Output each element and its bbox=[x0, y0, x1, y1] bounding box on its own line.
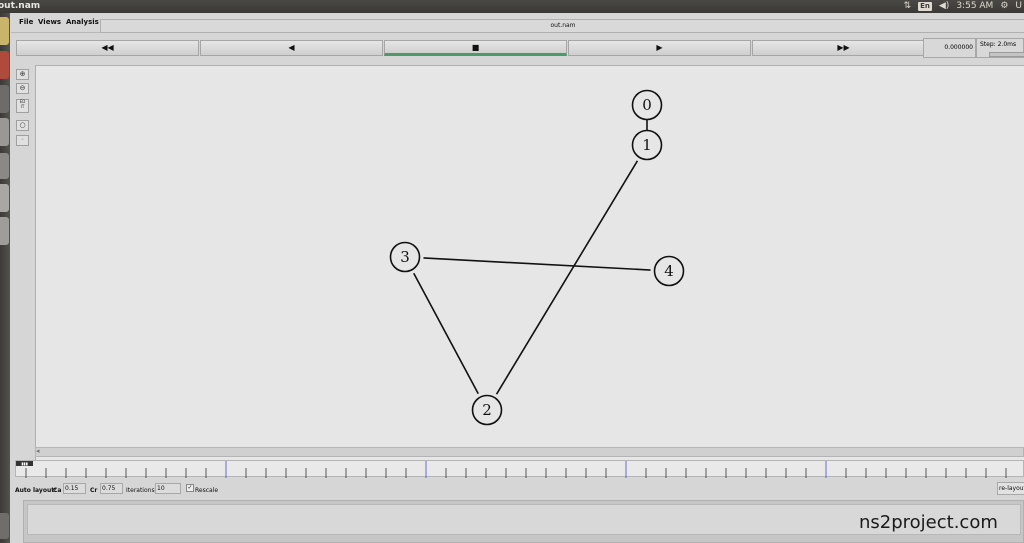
launcher-sidebar bbox=[0, 13, 10, 543]
cr-input[interactable]: 0.75 bbox=[100, 483, 123, 494]
timeline-slider[interactable]: ▮▮▮ bbox=[15, 460, 1024, 478]
auto-layout-panel: Auto layout: Ca 0.15 Cr 0.75 Iterations … bbox=[11, 480, 1024, 502]
step-label: Step: 2.0ms bbox=[980, 41, 1017, 48]
zoom-in-icon[interactable]: ⊕ bbox=[16, 69, 29, 80]
node-label: 1 bbox=[642, 136, 652, 154]
link-2-3[interactable] bbox=[413, 272, 479, 395]
play-button[interactable]: ▶ bbox=[568, 40, 751, 56]
rewind-button[interactable]: ◀◀ bbox=[16, 40, 199, 56]
rescale-label: Rescale bbox=[195, 487, 219, 494]
node-0[interactable]: 0 bbox=[631, 89, 663, 121]
window-title: out.nam bbox=[0, 1, 41, 11]
nam-window: File Views Analysis out.nam ◀◀ ◀ ■ ▶ ▶▶ … bbox=[11, 13, 1024, 543]
launcher-app-icon[interactable] bbox=[0, 85, 9, 113]
node-label: 0 bbox=[642, 96, 652, 114]
system-top-panel: out.nam ⇅ En ◀) 3:55 AM ⚙ U bbox=[0, 0, 1024, 13]
user-menu[interactable]: U bbox=[1015, 0, 1022, 13]
node-3[interactable]: 3 bbox=[389, 241, 421, 273]
launcher-app-icon[interactable] bbox=[0, 217, 9, 245]
network-canvas[interactable]: 0 1 2 3 4 bbox=[35, 65, 1024, 462]
auto-layout-label: Auto layout: bbox=[15, 487, 57, 494]
small-circle-tool-icon[interactable]: ◦ bbox=[16, 135, 29, 146]
circle-tool-icon[interactable]: ○ bbox=[16, 120, 29, 131]
launcher-trash-icon[interactable] bbox=[0, 513, 9, 539]
relayout-button[interactable]: re-layout bbox=[997, 482, 1024, 495]
ca-input[interactable]: 0.15 bbox=[63, 483, 86, 494]
time-display: 0.000000 bbox=[923, 38, 976, 58]
step-slider[interactable] bbox=[989, 52, 1024, 57]
node-label: 4 bbox=[664, 262, 674, 280]
topology-graph[interactable]: 0 1 2 3 4 bbox=[36, 66, 1024, 461]
iterations-input[interactable]: 10 bbox=[155, 483, 181, 494]
menu-file[interactable]: File bbox=[19, 18, 33, 26]
menu-views[interactable]: Views bbox=[38, 18, 61, 26]
fast-forward-button[interactable]: ▶▶ bbox=[752, 40, 935, 56]
rescale-checkbox[interactable]: ✓ bbox=[186, 484, 194, 492]
clock[interactable]: 3:55 AM bbox=[956, 0, 993, 13]
ca-label: Ca bbox=[53, 487, 62, 494]
node-2[interactable]: 2 bbox=[471, 394, 503, 426]
edit-button[interactable]: ED IT bbox=[16, 99, 29, 113]
menu-bar: File Views Analysis out.nam bbox=[11, 15, 1024, 33]
settings-gear-icon[interactable]: ⚙ bbox=[1000, 0, 1008, 13]
iterations-label: Iterations bbox=[126, 487, 155, 494]
node-4[interactable]: 4 bbox=[653, 255, 685, 287]
watermark-text: ns2project.com bbox=[859, 512, 998, 533]
cr-label: Cr bbox=[90, 487, 98, 494]
menu-analysis[interactable]: Analysis bbox=[66, 18, 99, 26]
network-arrows-icon[interactable]: ⇅ bbox=[904, 0, 912, 13]
volume-icon[interactable]: ◀) bbox=[939, 0, 949, 13]
link-3-4[interactable] bbox=[423, 257, 651, 271]
launcher-app-icon[interactable] bbox=[0, 51, 9, 79]
horizontal-scrollbar[interactable]: ◂ bbox=[35, 447, 1024, 457]
node-label: 2 bbox=[482, 401, 492, 419]
launcher-app-icon[interactable] bbox=[0, 17, 9, 45]
stop-button[interactable]: ■ bbox=[384, 40, 567, 56]
timeline-ticks bbox=[25, 461, 1007, 478]
keyboard-layout-indicator[interactable]: En bbox=[918, 2, 932, 11]
launcher-app-icon[interactable] bbox=[0, 118, 9, 146]
node-label: 3 bbox=[400, 248, 410, 266]
step-back-button[interactable]: ◀ bbox=[200, 40, 383, 56]
step-control[interactable]: Step: 2.0ms bbox=[976, 38, 1024, 58]
scroll-left-arrow-icon[interactable]: ◂ bbox=[36, 447, 40, 455]
zoom-out-icon[interactable]: ⊖ bbox=[16, 83, 29, 94]
node-1[interactable]: 1 bbox=[631, 129, 663, 161]
filename-label: out.nam bbox=[100, 19, 1024, 33]
launcher-app-icon[interactable] bbox=[0, 153, 9, 179]
link-1-2[interactable] bbox=[495, 160, 639, 395]
system-tray: ⇅ En ◀) 3:55 AM ⚙ U bbox=[904, 0, 1024, 13]
launcher-app-icon[interactable] bbox=[0, 184, 9, 212]
